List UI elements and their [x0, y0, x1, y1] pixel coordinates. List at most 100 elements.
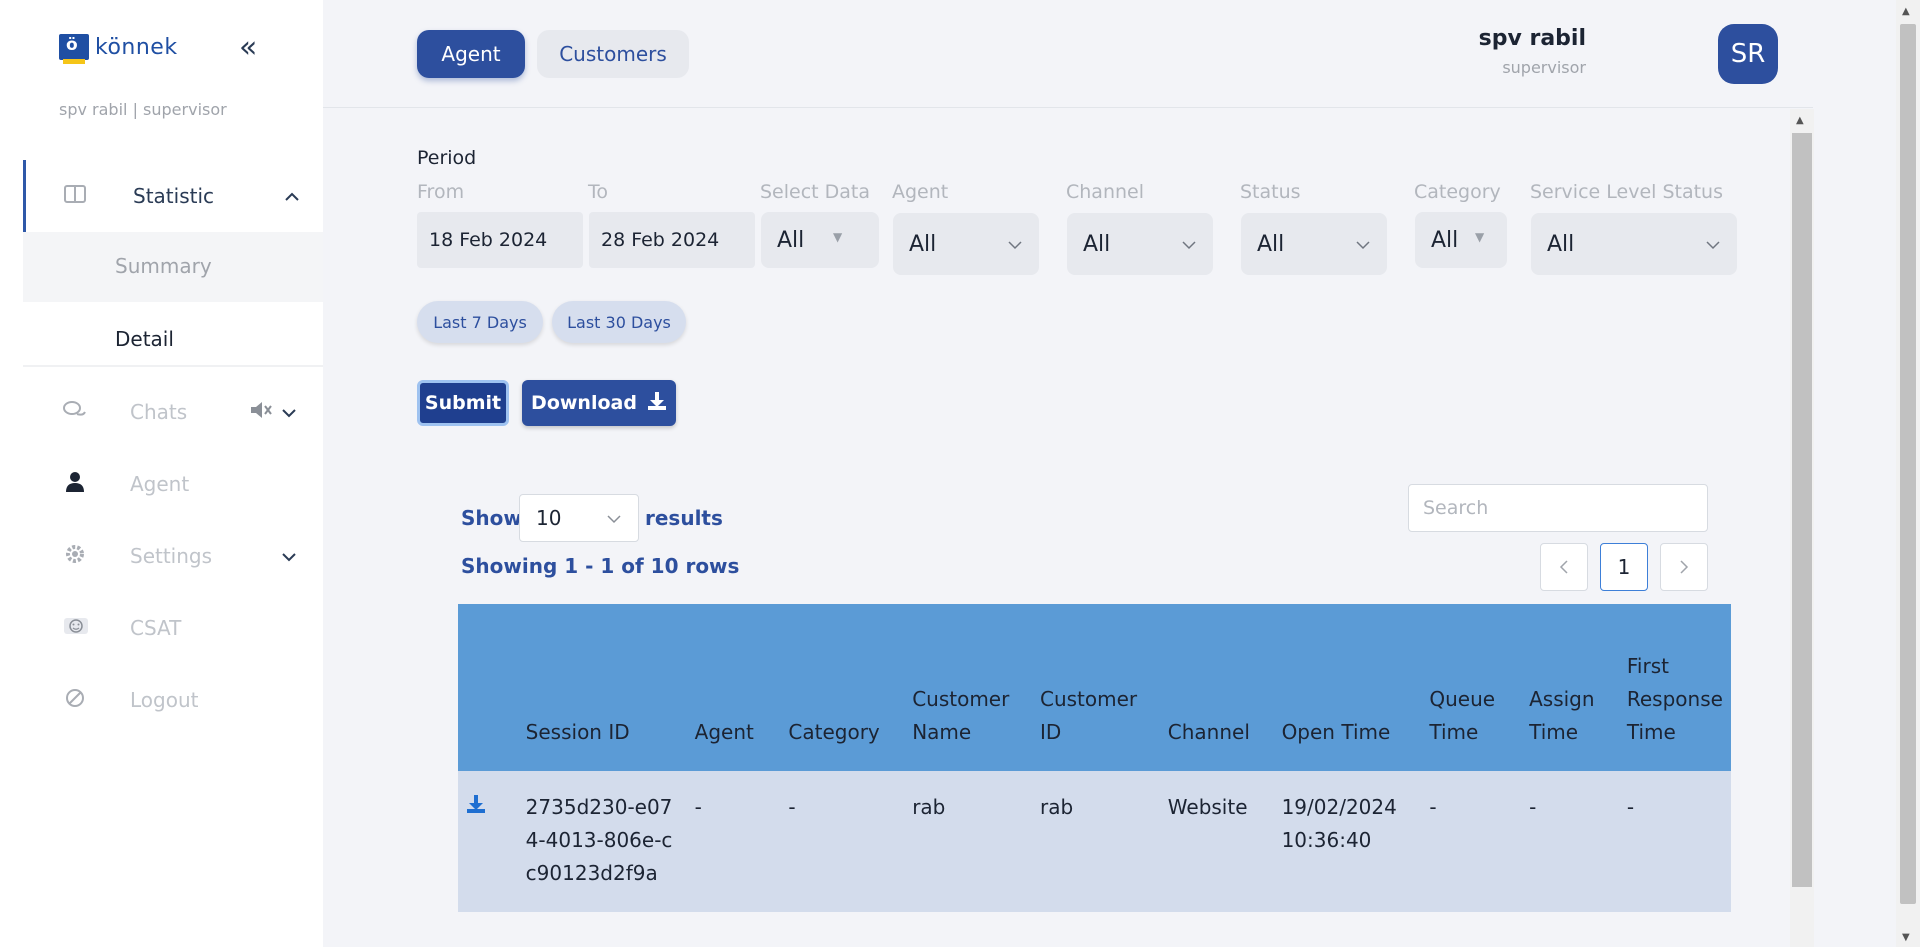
download-icon: [647, 391, 667, 416]
chevron-down-icon: [281, 547, 297, 566]
category-filter-label: Category: [1414, 181, 1501, 203]
tab-customers[interactable]: Customers: [537, 30, 689, 78]
agent-filter-label: Agent: [892, 181, 949, 203]
chevron-down-icon: [281, 403, 297, 422]
download-button[interactable]: Download: [522, 380, 676, 426]
page-scrollbar[interactable]: ▲ ▼: [1896, 0, 1920, 947]
search-input[interactable]: [1408, 484, 1708, 532]
sidebar-item-label: Settings: [130, 544, 213, 568]
cell-session-id: 2735d230-e074-4013-806e-cc90123d2f9a: [517, 771, 687, 912]
content-scrollbar[interactable]: ▲: [1790, 109, 1814, 947]
column-header-category[interactable]: Category: [780, 604, 905, 771]
sidebar: ö könnek « spv rabil | supervisor Statis…: [23, 0, 323, 947]
row-download-cell[interactable]: [458, 771, 518, 912]
sidebar-item-chats[interactable]: Chats: [23, 377, 323, 447]
main-panel: Agent Customers spv rabil supervisor SR …: [323, 0, 1920, 947]
cell-assign-time: -: [1521, 771, 1619, 912]
status-filter-dropdown[interactable]: All: [1241, 213, 1387, 275]
chevron-down-icon: [606, 509, 622, 528]
chevron-up-icon: [284, 187, 300, 206]
download-icon[interactable]: [466, 794, 486, 814]
scrollbar-thumb[interactable]: [1792, 133, 1812, 887]
sidebar-item-logout[interactable]: Logout: [23, 665, 323, 735]
logo-text: könnek: [95, 34, 178, 60]
agent-filter-dropdown[interactable]: All: [893, 213, 1039, 275]
sidebar-item-label: CSAT: [130, 616, 182, 640]
column-header-queue-time[interactable]: Queue Time: [1421, 604, 1522, 771]
caret-down-icon: ▼: [833, 230, 843, 244]
column-header-first-response-time[interactable]: First Response Time: [1618, 604, 1731, 771]
showing-rows-text: Showing 1 - 1 of 10 rows: [461, 554, 740, 578]
scroll-up-arrow-icon[interactable]: ▲: [1796, 115, 1804, 126]
scrollbar-thumb[interactable]: [1900, 24, 1916, 904]
page-size-select[interactable]: 10: [519, 494, 639, 542]
columns-icon: [63, 184, 87, 208]
sidebar-subitem-summary[interactable]: Summary: [23, 232, 323, 302]
tab-agent[interactable]: Agent: [417, 30, 525, 78]
to-label: To: [588, 181, 609, 203]
column-header-customer-id[interactable]: Customer ID: [1031, 604, 1160, 771]
content-area: Period From 18 Feb 2024 To 28 Feb 2024 S…: [323, 109, 1813, 947]
submit-button[interactable]: Submit: [417, 380, 509, 426]
channel-filter-dropdown[interactable]: All: [1067, 213, 1213, 275]
scroll-down-arrow-icon[interactable]: ▼: [1902, 932, 1910, 943]
header-user-role: supervisor: [1502, 58, 1586, 77]
select-data-value: All: [777, 227, 805, 253]
sidebar-item-statistic[interactable]: Statistic: [23, 160, 323, 232]
cell-open-time: 19/02/2024 10:36:40: [1273, 771, 1422, 912]
sidebar-subitem-label: Summary: [115, 254, 212, 278]
category-filter-dropdown[interactable]: All ▼: [1415, 212, 1507, 268]
column-header-assign-time[interactable]: Assign Time: [1521, 604, 1619, 771]
konnek-logo[interactable]: ö könnek: [59, 34, 178, 64]
agent-filter-value: All: [909, 231, 937, 257]
avatar[interactable]: SR: [1718, 24, 1778, 84]
sidebar-item-settings[interactable]: Settings: [23, 521, 323, 591]
column-header-session-id[interactable]: Session ID: [517, 604, 687, 771]
sessions-table-wrapper[interactable]: Session ID Agent Category Customer Name …: [458, 604, 1731, 947]
chevron-down-icon: [1181, 235, 1197, 254]
select-data-dropdown[interactable]: All ▼: [761, 212, 879, 268]
sidebar-item-agent[interactable]: Agent: [23, 449, 323, 519]
from-date-input[interactable]: 18 Feb 2024: [417, 212, 583, 268]
table-header-row: Session ID Agent Category Customer Name …: [458, 604, 1731, 771]
caret-down-icon: ▼: [1475, 230, 1485, 244]
sidebar-item-label: Agent: [130, 472, 190, 496]
chevron-left-icon: [1559, 560, 1568, 574]
page-1-button[interactable]: 1: [1600, 543, 1648, 591]
cell-queue-time: -: [1421, 771, 1522, 912]
cell-category: -: [780, 771, 905, 912]
last-30-days-button[interactable]: Last 30 Days: [552, 301, 686, 343]
column-header-channel[interactable]: Channel: [1159, 604, 1274, 771]
chevron-down-icon: [1705, 235, 1721, 254]
speaker-muted-icon[interactable]: [249, 400, 273, 425]
cell-channel: Website: [1159, 771, 1274, 912]
chevron-right-icon: [1680, 560, 1689, 574]
service-level-status-label: Service Level Status: [1530, 181, 1723, 203]
column-header-customer-name[interactable]: Customer Name: [904, 604, 1032, 771]
column-header-agent[interactable]: Agent: [686, 604, 781, 771]
channel-filter-label: Channel: [1066, 181, 1145, 203]
smiley-icon: [63, 617, 88, 640]
show-label: Show: [461, 506, 522, 530]
sidebar-user-line: spv rabil | supervisor: [59, 100, 227, 119]
sidebar-item-label: Chats: [130, 400, 188, 424]
sidebar-subitem-detail[interactable]: Detail: [23, 305, 323, 367]
prev-page-button[interactable]: [1540, 543, 1588, 591]
from-label: From: [417, 181, 465, 203]
column-header-open-time[interactable]: Open Time: [1273, 604, 1422, 771]
next-page-button[interactable]: [1660, 543, 1708, 591]
last-7-days-button[interactable]: Last 7 Days: [417, 301, 543, 343]
scroll-up-arrow-icon[interactable]: ▲: [1902, 6, 1910, 17]
status-filter-value: All: [1257, 231, 1285, 257]
header-user-name: spv rabil: [1478, 26, 1586, 51]
table-row: 2735d230-e074-4013-806e-cc90123d2f9a - -…: [458, 771, 1731, 912]
sidebar-item-csat[interactable]: CSAT: [23, 593, 323, 663]
chat-bubbles-icon: [63, 400, 87, 425]
service-level-status-value: All: [1547, 231, 1575, 257]
category-filter-value: All: [1431, 227, 1459, 253]
service-level-status-dropdown[interactable]: All: [1531, 213, 1737, 275]
collapse-sidebar-icon[interactable]: «: [239, 30, 257, 65]
channel-filter-value: All: [1083, 231, 1111, 257]
sessions-table: Session ID Agent Category Customer Name …: [458, 604, 1731, 912]
to-date-input[interactable]: 28 Feb 2024: [589, 212, 755, 268]
